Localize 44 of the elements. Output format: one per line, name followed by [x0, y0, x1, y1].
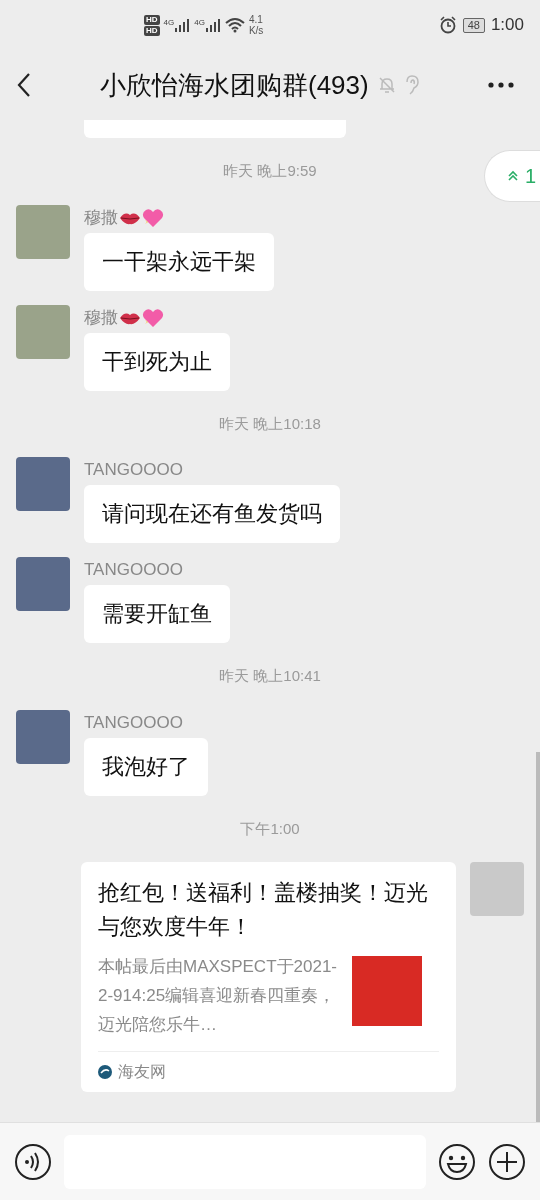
timestamp: 昨天 晚上10:18 [219, 413, 321, 434]
sender-name: TANGOOOO [84, 711, 183, 734]
plus-icon[interactable] [488, 1142, 526, 1181]
hd-label: HD [144, 14, 160, 25]
speed-unit: K/s [248, 25, 264, 36]
clock: 1:00 [490, 14, 524, 37]
hd-label: HD [144, 25, 160, 36]
avatar-photo-placeholder[interactable] [16, 709, 70, 764]
network-label: 4G [194, 17, 205, 29]
timestamp: 昨天 晚上9:59 [223, 161, 317, 181]
sender-name: TANGOOOO [84, 459, 183, 482]
more-icon[interactable] [488, 82, 514, 88]
message-bubble[interactable]: 我泡好了 [84, 737, 208, 796]
link-title: 抢红包！送福利！盖楼抽奖！迈光与您欢度牛年！ [98, 879, 429, 941]
timestamp: 昨天 晚上10:41 [219, 666, 321, 686]
site-logo-icon [98, 1065, 112, 1079]
link-description: 本帖最后由MAXSPECT于2021-2-914:25编辑喜迎新春四重奏，迈光陪您乐牛… [98, 956, 338, 1036]
message-bubble[interactable]: 需要开缸鱼 [84, 585, 230, 643]
speed-value: 4.1 [248, 14, 264, 25]
wifi-icon [224, 17, 245, 33]
signal-icon [174, 17, 191, 33]
link-card[interactable]: 抢红包！送福利！盖楼抽奖！迈光与您欢度牛年！ 本帖最后由MAXSPECT于2021-2-914:25编辑喜迎新春四重奏，迈光陪您乐牛… 海友网 [81, 862, 456, 1092]
message-bubble[interactable]: 请问现在还有鱼发货吗 [84, 485, 340, 543]
heart-icon [142, 307, 164, 328]
signal-icon [204, 17, 221, 33]
sender-name: 穆撒 [84, 206, 118, 229]
timestamp: 下午1:00 [240, 818, 300, 839]
message-bubble[interactable]: 干到死为止 [84, 332, 230, 391]
alarm-icon [438, 16, 457, 34]
heart-icon [142, 207, 164, 228]
message-bubble[interactable]: 一干架永远干架 [84, 232, 274, 291]
chat-title: 小欣怡海水团购群(493) [100, 68, 369, 102]
network-label: 4G [163, 17, 175, 29]
back-icon[interactable] [16, 72, 32, 98]
link-source: 海友网 [118, 1062, 166, 1082]
voice-icon[interactable] [14, 1142, 52, 1181]
avatar-photo-placeholder[interactable] [16, 304, 70, 359]
double-chevron-up-icon [506, 170, 519, 182]
sender-name: 穆撒 [84, 306, 118, 329]
battery-indicator: 48 [462, 17, 485, 33]
thumbnail-placeholder [352, 956, 422, 1026]
sender-name: TANGOOOO [84, 559, 183, 582]
avatar-photo-placeholder[interactable] [16, 204, 70, 259]
emoji-icon[interactable] [438, 1142, 476, 1181]
